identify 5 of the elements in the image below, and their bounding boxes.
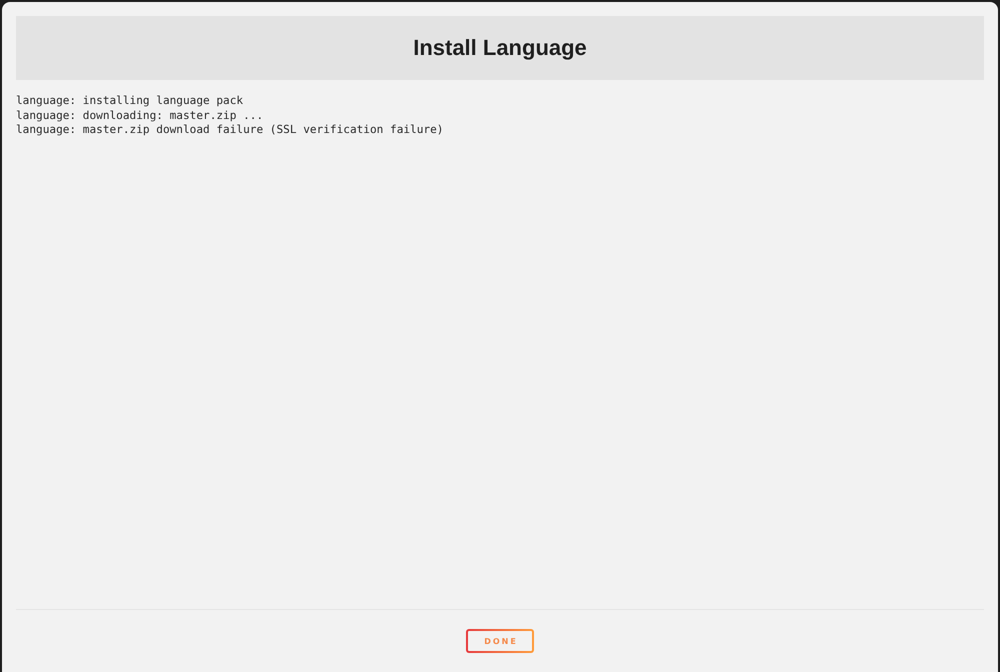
dialog-title: Install Language bbox=[413, 35, 587, 61]
done-button[interactable]: DONE bbox=[466, 629, 534, 653]
log-line: language: downloading: master.zip ... bbox=[16, 108, 264, 123]
log-line: language: installing language pack bbox=[16, 94, 244, 108]
log-line: language: master.zip download failure (SSL verification failure) bbox=[16, 123, 444, 138]
